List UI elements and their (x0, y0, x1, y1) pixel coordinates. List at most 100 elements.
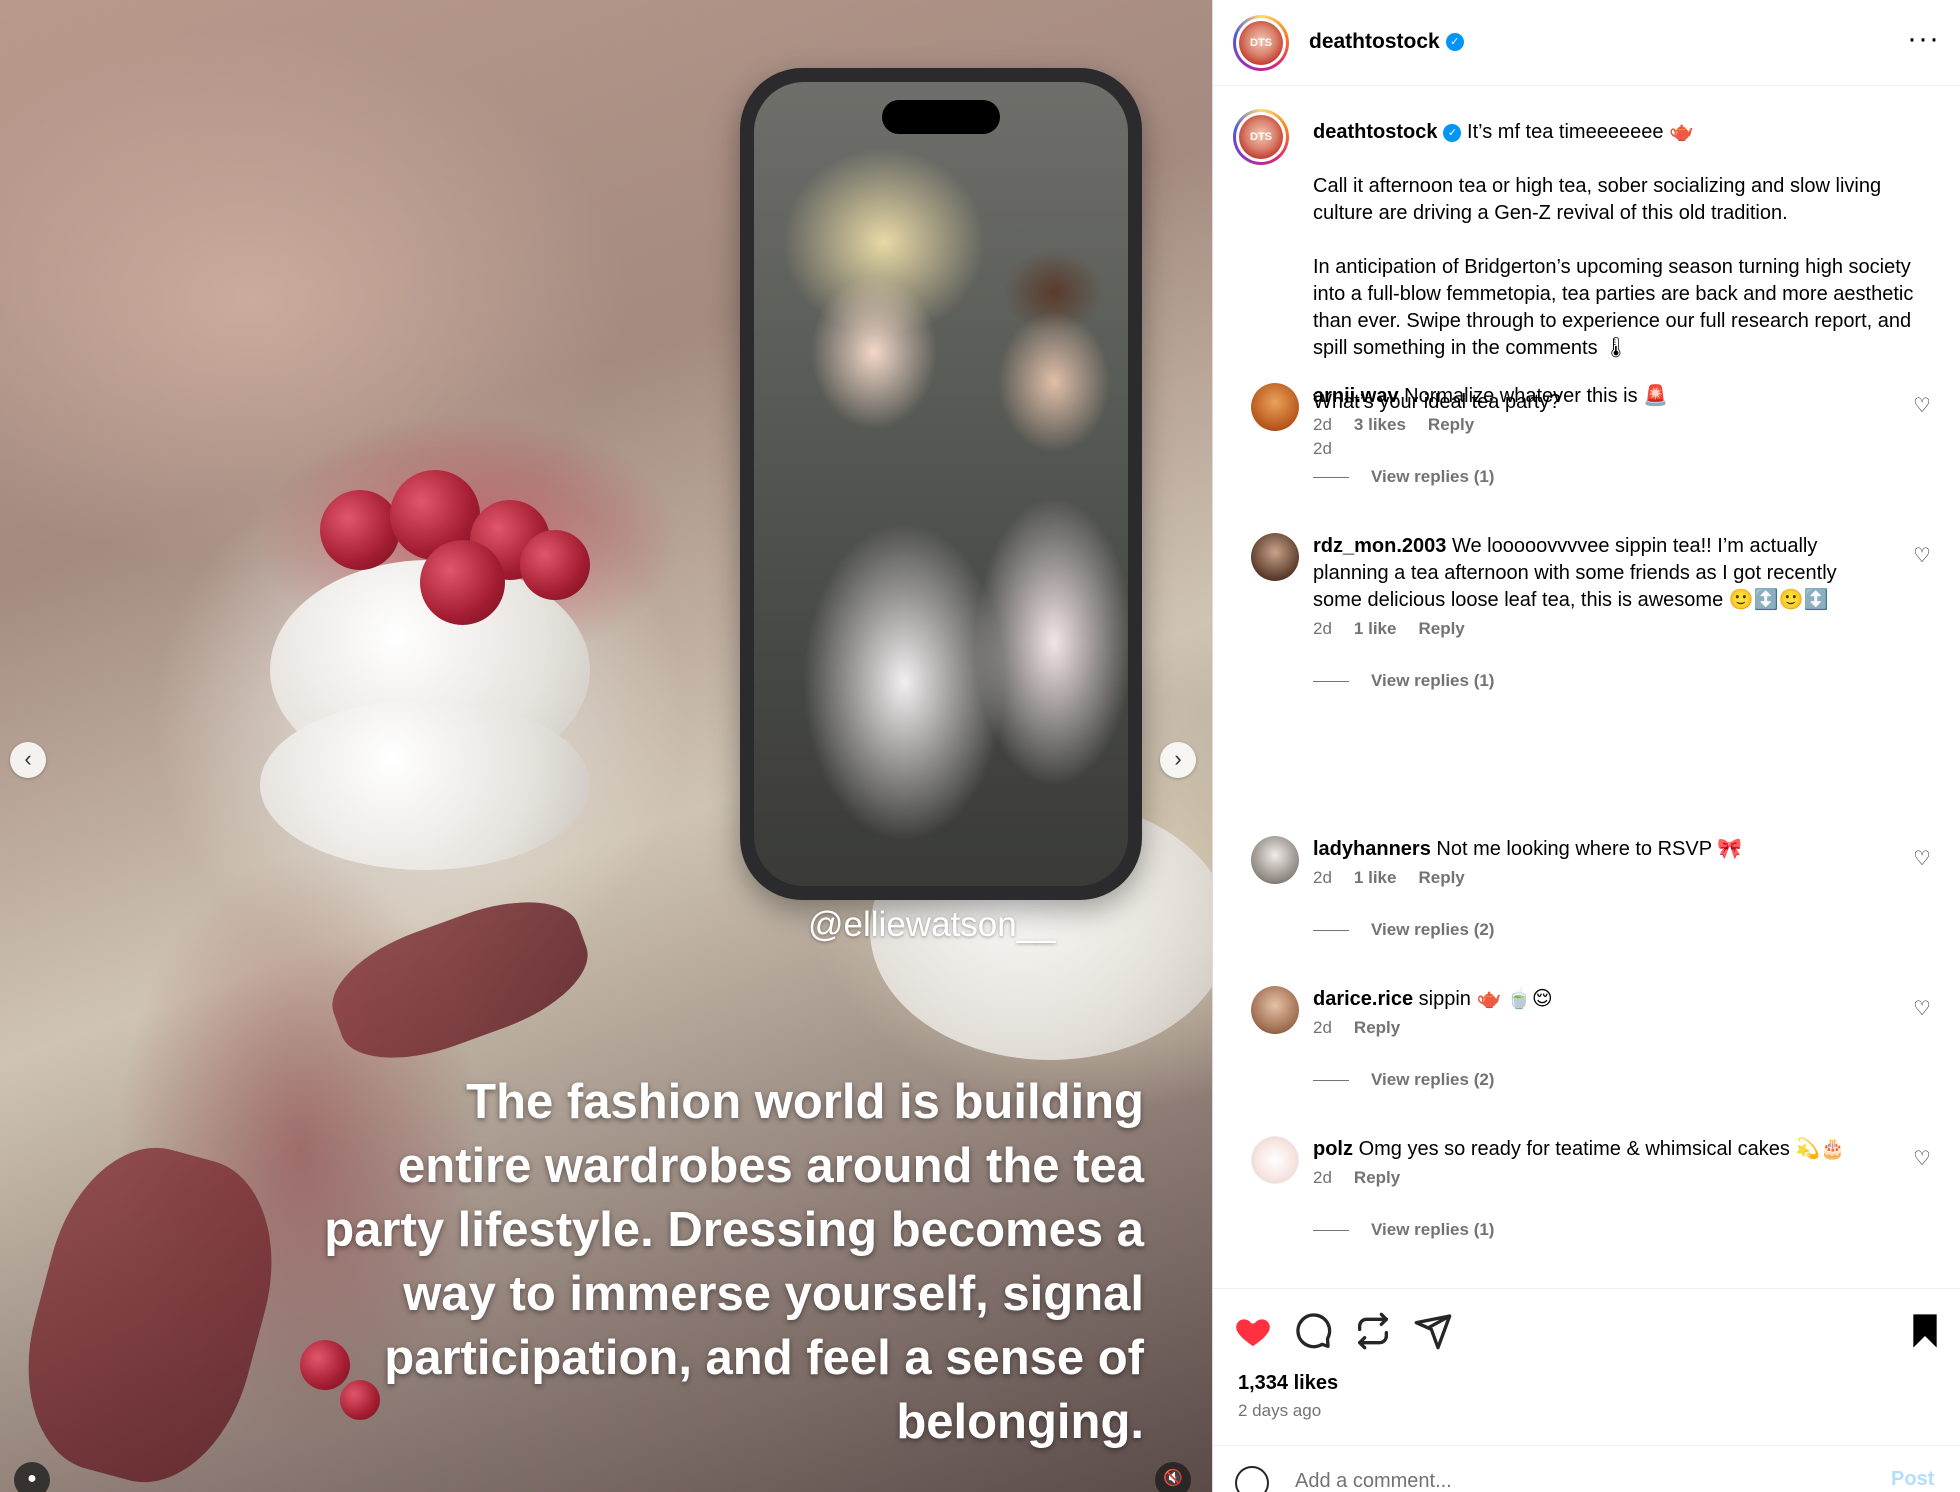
dynamic-island (882, 100, 1000, 134)
next-slide-button[interactable]: › (1160, 742, 1196, 778)
comment-username[interactable]: arnii.wav (1313, 385, 1399, 407)
raspberry-decoration (420, 540, 505, 625)
raspberry-decoration (520, 530, 590, 600)
comment-like-button[interactable]: ♡ (1913, 1146, 1931, 1171)
reply-divider (1313, 681, 1349, 683)
speaker-muted-icon: 🔇 (1163, 1470, 1183, 1487)
caption-username[interactable]: deathtostock (1313, 121, 1437, 143)
comment-username[interactable]: polz (1313, 1138, 1353, 1160)
comment-likes[interactable]: 3 likes (1354, 415, 1406, 434)
comment-timestamp: 2d (1313, 415, 1332, 434)
view-replies-label: View replies (1) (1371, 1220, 1495, 1239)
commenter-avatar[interactable] (1251, 1136, 1299, 1184)
save-button[interactable] (1905, 1311, 1945, 1351)
comment-item: darice.rice sippin 🫖 🍵😌 2d Reply ♡ View r… (1233, 986, 1943, 1106)
overlay-caption: The fashion world is building entire war… (324, 1075, 1144, 1449)
comment-timestamp: 2d (1313, 868, 1332, 887)
caption-author-avatar[interactable]: DTS (1233, 109, 1289, 165)
chevron-right-icon: › (1174, 746, 1182, 771)
comment-text: sippin 🫖 🍵😌 (1418, 988, 1553, 1010)
reply-button[interactable]: Reply (1428, 415, 1474, 434)
caption-first-line: It’s mf tea timeeeeeee 🫖 (1467, 121, 1694, 143)
heart-outline-icon: ♡ (1913, 998, 1931, 1020)
comment-text: Omg yes so ready for teatime & whimsical… (1358, 1138, 1846, 1160)
more-horizontal-icon: ··· (1907, 22, 1940, 55)
bookmark-filled-icon (1913, 1314, 1937, 1348)
tagged-users-button[interactable]: ● (14, 1462, 50, 1492)
meringue-base-decoration (260, 700, 590, 870)
comment-text: Normalize whatever this is 🚨 (1404, 385, 1669, 407)
phone-screen-photo (754, 82, 1128, 886)
comment-likes[interactable]: 1 like (1354, 868, 1397, 887)
reply-button[interactable]: Reply (1354, 1168, 1400, 1187)
comment-username[interactable]: ladyhanners (1313, 838, 1431, 860)
view-replies-label: View replies (2) (1371, 920, 1495, 939)
post-date: 2 days ago (1238, 1401, 1322, 1420)
comment-like-button[interactable]: ♡ (1913, 543, 1931, 568)
heart-outline-icon: ♡ (1913, 848, 1931, 870)
view-replies-button[interactable]: View replies (2) (1313, 920, 1494, 940)
raspberry-decoration (320, 490, 400, 570)
heart-outline-icon: ♡ (1913, 1148, 1931, 1170)
comment-text: Not me looking where to RSVP 🎀 (1436, 838, 1743, 860)
comment-username[interactable]: darice.rice (1313, 988, 1413, 1010)
reply-divider (1313, 930, 1349, 932)
comment-item: ladyhanners Not me looking where to RSVP… (1233, 836, 1943, 956)
emoji-button[interactable] (1235, 1466, 1269, 1492)
view-replies-label: View replies (2) (1371, 1070, 1495, 1089)
post-header: DTS deathtostock ✓ ··· (1213, 0, 1960, 86)
comment-input[interactable] (1295, 1466, 1815, 1492)
chevron-left-icon: ‹ (24, 746, 32, 771)
author-avatar[interactable]: DTS (1233, 15, 1289, 71)
author-username[interactable]: deathtostock (1309, 30, 1440, 53)
post-actions: 1,334 likes 2 days ago (1213, 1288, 1960, 1438)
post-media[interactable]: @elliewatson__ The fashion world is buil… (0, 0, 1212, 1492)
verified-badge-icon: ✓ (1445, 33, 1464, 52)
comment-like-button[interactable]: ♡ (1913, 846, 1931, 871)
repost-button[interactable] (1353, 1311, 1393, 1351)
repost-icon (1358, 1312, 1388, 1350)
commenter-avatar[interactable] (1251, 836, 1299, 884)
post-comment-button[interactable]: Post (1891, 1468, 1934, 1491)
commenter-avatar[interactable] (1251, 383, 1299, 431)
comment-username[interactable]: rdz_mon.2003 (1313, 535, 1446, 557)
reply-divider (1313, 1080, 1349, 1082)
watermark-handle: @elliewatson__ (808, 905, 1056, 944)
comment-like-button[interactable]: ♡ (1913, 393, 1931, 418)
reply-button[interactable]: Reply (1354, 1018, 1400, 1037)
commenter-avatar[interactable] (1251, 533, 1299, 581)
view-replies-label: View replies (1) (1371, 467, 1495, 486)
mute-button[interactable]: 🔇 (1155, 1462, 1191, 1492)
comment-item: arnii.wav Normalize whatever this is 🚨 2… (1233, 383, 1943, 503)
reply-divider (1313, 477, 1349, 479)
view-replies-label: View replies (1) (1371, 671, 1495, 690)
view-replies-button[interactable]: View replies (1) (1313, 467, 1494, 487)
phone-mockup (740, 68, 1142, 900)
commenter-avatar[interactable] (1251, 986, 1299, 1034)
view-replies-button[interactable]: View replies (1) (1313, 1220, 1494, 1240)
share-button[interactable] (1413, 1311, 1453, 1351)
reply-button[interactable]: Reply (1418, 619, 1464, 638)
verified-badge-icon: ✓ (1443, 123, 1462, 142)
likes-count[interactable]: 1,334 likes (1238, 1372, 1338, 1395)
share-icon (1414, 1314, 1452, 1350)
view-replies-button[interactable]: View replies (2) (1313, 1070, 1494, 1090)
caption-paragraph: Call it afternoon tea or high tea, sober… (1313, 175, 1882, 224)
user-tag-icon: ● (27, 1470, 37, 1487)
comment-timestamp: 2d (1313, 1168, 1332, 1187)
comment-timestamp: 2d (1313, 619, 1332, 638)
caption-paragraph: In anticipation of Bridgerton’s upcoming… (1313, 256, 1914, 359)
comment-likes[interactable]: 1 like (1354, 619, 1397, 638)
comment-item: rdz_mon.2003 We looooovvvvee sippin tea!… (1233, 533, 1943, 703)
previous-slide-button[interactable]: ‹ (10, 742, 46, 778)
view-replies-button[interactable]: View replies (1) (1313, 671, 1494, 691)
heart-outline-icon: ♡ (1913, 395, 1931, 417)
more-options-button[interactable]: ··· (1907, 24, 1940, 54)
like-button[interactable] (1233, 1311, 1273, 1351)
comment-like-button[interactable]: ♡ (1913, 996, 1931, 1021)
reply-button[interactable]: Reply (1418, 868, 1464, 887)
comment-button[interactable] (1293, 1311, 1333, 1351)
comments-scroll-area[interactable]: DTS deathtostock ✓ It’s mf tea timeeeeeee… (1213, 87, 1960, 1287)
comment-icon (1296, 1313, 1332, 1349)
heart-filled-icon (1236, 1319, 1270, 1346)
